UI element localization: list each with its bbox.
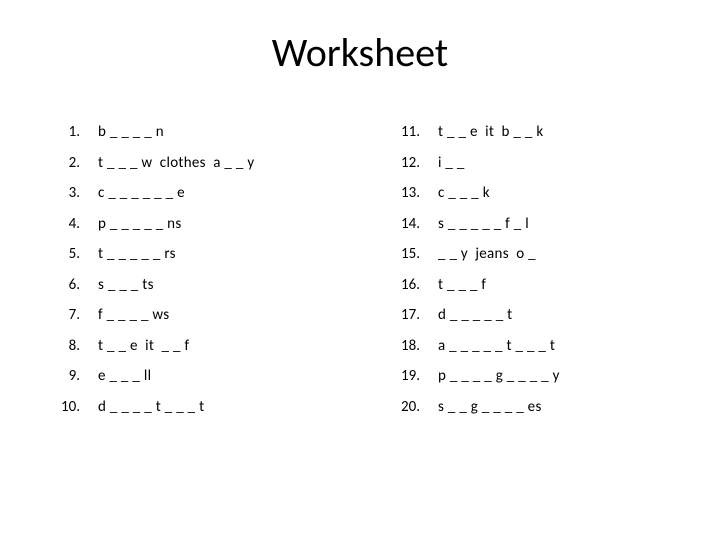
worksheet-item: i _ _ — [438, 148, 560, 179]
item-number: 12. — [398, 148, 438, 179]
worksheet-item: c _ _ _ _ _ _ e — [98, 178, 254, 209]
item-number: 6. — [58, 270, 98, 301]
left-items: b _ _ _ _ n t _ _ _ w clothes a _ _ y c … — [98, 117, 254, 422]
item-number: 7. — [58, 300, 98, 331]
item-number: 17. — [398, 300, 438, 331]
worksheet-item: c _ _ _ k — [438, 178, 560, 209]
worksheet-item: f _ _ _ _ ws — [98, 300, 254, 331]
worksheet-item: t _ _ e it b _ _ k — [438, 117, 560, 148]
item-number: 13. — [398, 178, 438, 209]
worksheet-item: t _ _ _ _ _ rs — [98, 239, 254, 270]
right-items: t _ _ e it b _ _ k i _ _ c _ _ _ k s _ _… — [438, 117, 560, 422]
worksheet-item: s _ _ _ ts — [98, 270, 254, 301]
worksheet-item: _ _ y jeans o _ — [438, 239, 560, 270]
item-number: 11. — [398, 117, 438, 148]
item-number: 2. — [58, 148, 98, 179]
worksheet-columns: 1. 2. 3. 4. 5. 6. 7. 8. 9. 10. b _ _ _ _… — [0, 117, 720, 422]
item-number: 8. — [58, 331, 98, 362]
worksheet-item: t _ _ _ f — [438, 270, 560, 301]
item-number: 1. — [58, 117, 98, 148]
item-number: 3. — [58, 178, 98, 209]
item-number: 10. — [58, 392, 98, 423]
item-number: 18. — [398, 331, 438, 362]
worksheet-item: t _ _ _ w clothes a _ _ y — [98, 148, 254, 179]
item-number: 15. — [398, 239, 438, 270]
item-number: 4. — [58, 209, 98, 240]
worksheet-item: a _ _ _ _ _ t _ _ _ t — [438, 331, 560, 362]
item-number: 14. — [398, 209, 438, 240]
item-number: 19. — [398, 361, 438, 392]
right-numbers: 11. 12. 13. 14. 15. 16. 17. 18. 19. 20. — [398, 117, 438, 422]
worksheet-item: b _ _ _ _ n — [98, 117, 254, 148]
worksheet-item: d _ _ _ _ _ t — [438, 300, 560, 331]
right-column: 11. 12. 13. 14. 15. 16. 17. 18. 19. 20. … — [398, 117, 698, 422]
worksheet-item: d _ _ _ _ t _ _ _ t — [98, 392, 254, 423]
worksheet-item: s _ _ g _ _ _ _ es — [438, 392, 560, 423]
worksheet-item: p _ _ _ _ g _ _ _ _ y — [438, 361, 560, 392]
item-number: 20. — [398, 392, 438, 423]
item-number: 16. — [398, 270, 438, 301]
page-title: Worksheet — [0, 0, 720, 117]
worksheet-item: e _ _ _ ll — [98, 361, 254, 392]
worksheet-item: p _ _ _ _ _ ns — [98, 209, 254, 240]
left-column: 1. 2. 3. 4. 5. 6. 7. 8. 9. 10. b _ _ _ _… — [58, 117, 398, 422]
item-number: 5. — [58, 239, 98, 270]
worksheet-item: t _ _ e it _ _ f — [98, 331, 254, 362]
item-number: 9. — [58, 361, 98, 392]
left-numbers: 1. 2. 3. 4. 5. 6. 7. 8. 9. 10. — [58, 117, 98, 422]
worksheet-item: s _ _ _ _ _ f _ l — [438, 209, 560, 240]
